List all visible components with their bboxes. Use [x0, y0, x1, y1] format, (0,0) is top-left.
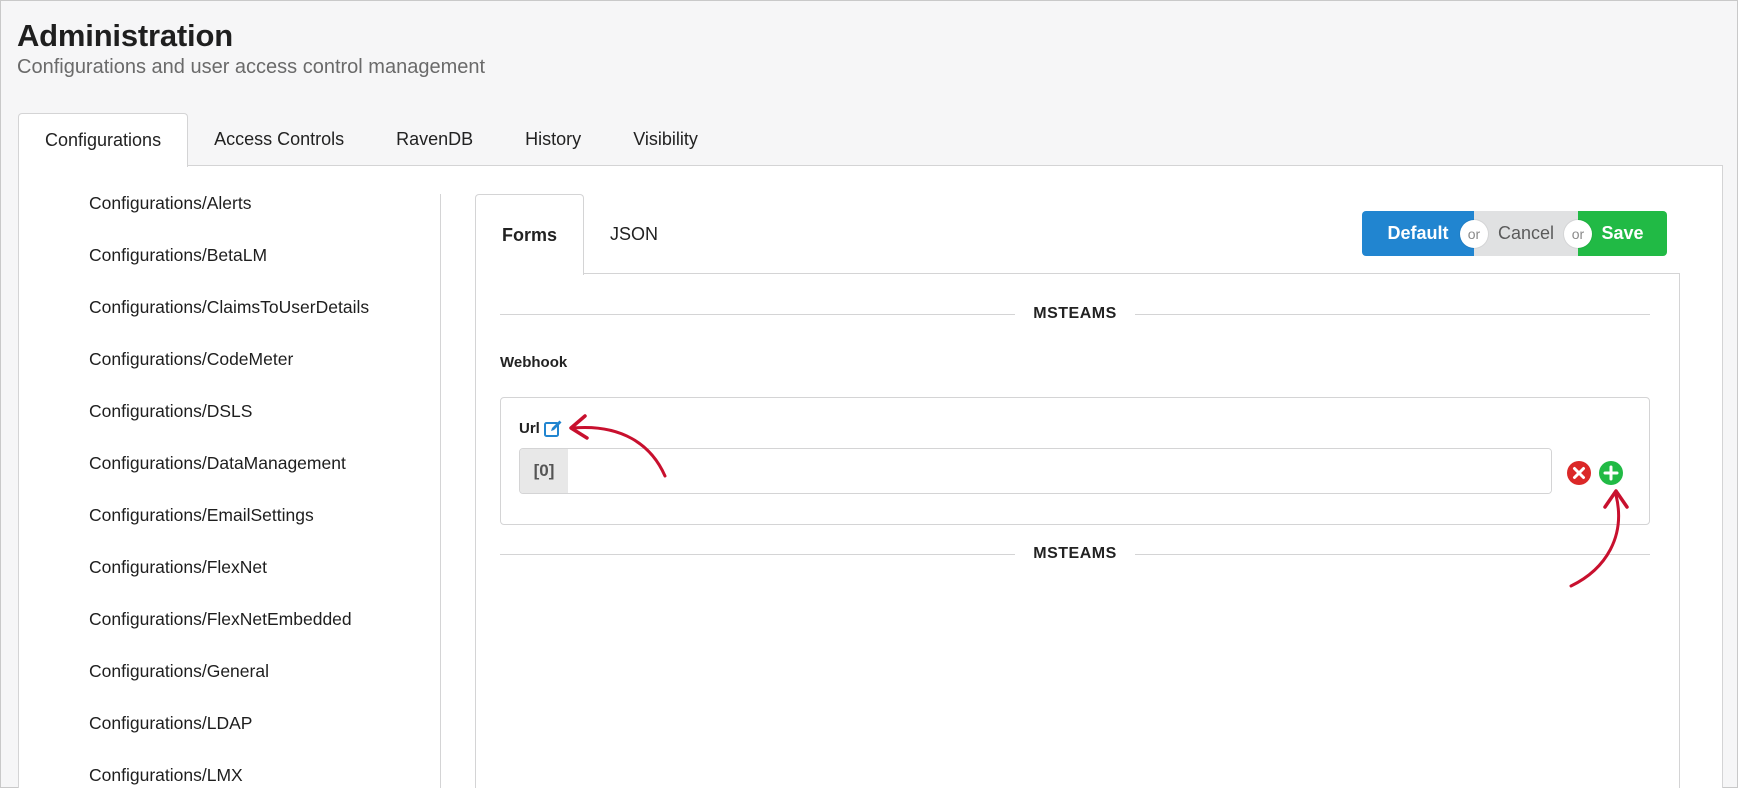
top-tabs: Configurations Access Controls RavenDB H… — [18, 113, 724, 167]
url-label: Url — [519, 420, 540, 437]
tab-forms[interactable]: Forms — [475, 194, 585, 275]
app-window: Administration Configurations and user a… — [0, 0, 1738, 788]
url-input-row: [0] — [519, 448, 1552, 494]
config-item-lmx[interactable]: Configurations/LMX — [89, 760, 429, 788]
or-separator: or — [1564, 219, 1592, 248]
divider-line — [1134, 553, 1650, 555]
webhook-label: Webhook — [500, 354, 568, 371]
config-item-betalm[interactable]: Configurations/BetaLM — [89, 240, 429, 292]
tab-json[interactable]: JSON — [584, 194, 684, 274]
config-item-dsls[interactable]: Configurations/DSLS — [89, 396, 429, 448]
section-heading: MSTEAMS — [500, 299, 1650, 329]
config-item-flexnet[interactable]: Configurations/FlexNet — [89, 552, 429, 604]
url-field-group: Url [0] — [500, 397, 1650, 525]
or-separator: or — [1460, 219, 1488, 248]
list-divider — [440, 194, 441, 788]
divider-line — [500, 313, 1016, 315]
page-title: Administration — [17, 18, 233, 53]
index-prefix: [0] — [520, 449, 568, 493]
config-item-data-management[interactable]: Configurations/DataManagement — [89, 448, 429, 500]
edit-icon[interactable] — [543, 419, 563, 439]
action-buttons: Default or Cancel or Save — [1362, 211, 1667, 256]
tab-visibility[interactable]: Visibility — [607, 113, 724, 166]
page-subtitle: Configurations and user access control m… — [17, 56, 486, 78]
add-icon[interactable] — [1598, 460, 1624, 486]
config-list: Configurations/Alerts Configurations/Bet… — [89, 188, 429, 788]
config-item-claims-to-user-details[interactable]: Configurations/ClaimsToUserDetails — [89, 292, 429, 344]
divider-line — [500, 553, 1016, 555]
form-panel: MSTEAMS Webhook Url [0] MSTEAMS — [475, 273, 1680, 788]
main-panel: Configurations/Alerts Configurations/Bet… — [18, 165, 1723, 788]
config-item-ldap[interactable]: Configurations/LDAP — [89, 708, 429, 760]
section-footer: MSTEAMS — [500, 539, 1650, 569]
tab-access-controls[interactable]: Access Controls — [188, 113, 370, 166]
config-item-alerts[interactable]: Configurations/Alerts — [89, 188, 429, 240]
section-heading-label: MSTEAMS — [1033, 305, 1117, 322]
config-item-codemeter[interactable]: Configurations/CodeMeter — [89, 344, 429, 396]
inner-tabs: Forms JSON — [475, 194, 684, 275]
config-item-flexnet-embedded[interactable]: Configurations/FlexNetEmbedded — [89, 604, 429, 656]
url-input[interactable] — [568, 449, 1551, 493]
default-button[interactable]: Default — [1362, 211, 1474, 256]
tab-ravendb[interactable]: RavenDB — [370, 113, 499, 166]
cancel-button[interactable]: Cancel — [1474, 211, 1578, 256]
tab-configurations[interactable]: Configurations — [18, 113, 189, 167]
section-footer-label: MSTEAMS — [1033, 545, 1117, 562]
divider-line — [1134, 313, 1650, 315]
config-item-general[interactable]: Configurations/General — [89, 656, 429, 708]
config-item-email-settings[interactable]: Configurations/EmailSettings — [89, 500, 429, 552]
remove-icon[interactable] — [1566, 460, 1592, 486]
tab-history[interactable]: History — [499, 113, 607, 166]
